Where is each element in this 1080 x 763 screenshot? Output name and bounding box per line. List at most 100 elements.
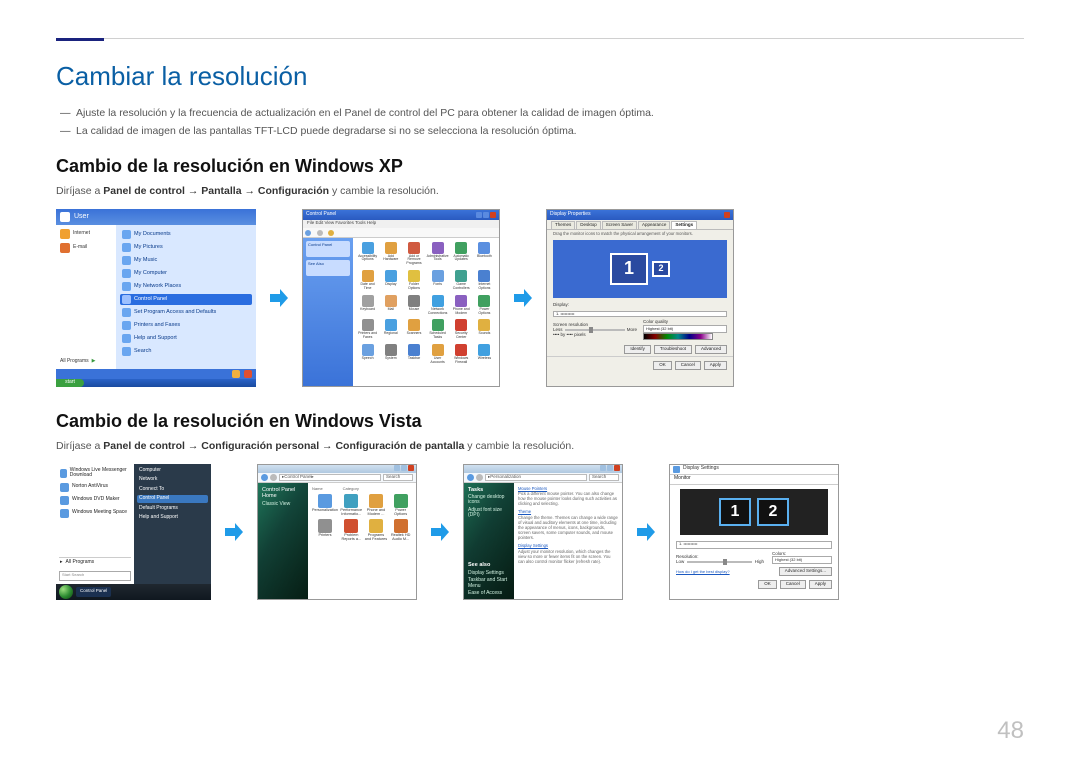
monitor-2-icon[interactable]: 2 [757, 498, 789, 526]
cpl-item[interactable]: Mail [380, 295, 401, 316]
cpl-item[interactable]: Scheduled Tasks [427, 319, 449, 340]
cpl-item[interactable]: Administrative Tools [427, 242, 449, 267]
cpl-item[interactable]: Date and Time [357, 270, 378, 291]
start-button[interactable]: start [56, 379, 84, 387]
xp-start-right-item[interactable]: My Pictures [120, 242, 252, 253]
cpl-item[interactable]: Windows Firewall [451, 344, 472, 365]
cpl-item[interactable]: Programs and Features [365, 519, 388, 541]
cpl-item[interactable]: Folder Options [403, 270, 424, 291]
xp-all-programs[interactable]: All Programs▶ [60, 359, 112, 365]
vista-start-right-item[interactable]: Default Programs [137, 505, 208, 513]
resolution-slider[interactable] [687, 561, 751, 563]
logoff-icon[interactable] [232, 370, 240, 378]
vista-start-item[interactable]: Windows Live Messenger Download [59, 467, 131, 480]
cpl-item[interactable]: Personalization [312, 494, 338, 516]
minimize-icon[interactable] [476, 212, 482, 218]
forward-icon[interactable] [317, 230, 323, 236]
xp-start-internet[interactable]: Internet [60, 229, 112, 239]
cpl-item[interactable]: Security Center [451, 319, 472, 340]
up-icon[interactable] [328, 230, 334, 236]
cpl-item[interactable]: Printers and Faxes [357, 319, 378, 340]
cpl-item[interactable]: Printers [312, 519, 338, 541]
xp-start-right-item[interactable]: My Documents [120, 229, 252, 240]
cpl-item[interactable]: Add or Remove Programs [403, 242, 424, 267]
cpl-item[interactable]: Power Options [389, 494, 412, 516]
vista-start-right-item[interactable]: Network [137, 476, 208, 484]
vista-start-item[interactable]: Windows DVD Maker [59, 495, 131, 506]
address-bar[interactable]: ▸ Personalization [485, 474, 587, 481]
cpl-item[interactable]: Display [380, 270, 401, 291]
forward-icon[interactable] [476, 474, 483, 481]
cpl-item[interactable]: Regional [380, 319, 401, 340]
cpl-item[interactable]: Accessibility Options [357, 242, 378, 267]
cpl-item[interactable]: Network Connections [427, 295, 449, 316]
xp-start-right-item[interactable]: Search [120, 346, 252, 357]
cancel-button[interactable]: Cancel [675, 361, 701, 370]
vista-disp-tab[interactable]: Monitor [670, 475, 838, 485]
colors-dropdown[interactable]: Highest (32 bit) [772, 556, 832, 564]
xp-start-right-item[interactable]: Set Program Access and Defaults [120, 307, 252, 318]
apply-button[interactable]: Apply [809, 580, 832, 589]
shutdown-icon[interactable] [244, 370, 252, 378]
cpl-item[interactable]: Phone and Modem ... [365, 494, 388, 516]
cpl-home-link[interactable]: Control Panel Home [262, 487, 304, 499]
seealso-taskbar[interactable]: Taskbar and Start Menu [468, 578, 510, 589]
ok-button[interactable]: OK [653, 361, 672, 370]
seealso-display-settings[interactable]: Display Settings [468, 571, 510, 577]
xp-cpl-menubar[interactable]: File Edit View Favorites Tools Help [303, 220, 499, 228]
identify-button[interactable]: Identify [624, 345, 651, 354]
close-icon[interactable] [490, 212, 496, 218]
cpl-item[interactable]: Scanners [403, 319, 424, 340]
tab-settings[interactable]: Settings [671, 221, 697, 229]
xp-start-right-item[interactable]: My Music [120, 255, 252, 266]
cpl-item[interactable]: Fonts [427, 270, 449, 291]
cpl-item[interactable]: Sounds [474, 319, 495, 340]
cpl-item[interactable]: Realtek HD Audio M... [389, 519, 412, 541]
search-input[interactable]: Search [589, 474, 619, 481]
monitor-dropdown[interactable]: 1. •••••••••• [676, 541, 832, 549]
monitor-1-icon[interactable]: 1 [719, 498, 751, 526]
cancel-button[interactable]: Cancel [780, 580, 806, 589]
close-icon[interactable] [614, 465, 620, 471]
monitor-1-icon[interactable]: 1 [610, 253, 648, 285]
minimize-icon[interactable] [600, 465, 606, 471]
maximize-icon[interactable] [607, 465, 613, 471]
tab-appearance[interactable]: Appearance [638, 221, 670, 229]
xp-start-control-panel[interactable]: Control Panel [120, 294, 252, 305]
close-icon[interactable] [408, 465, 414, 471]
vista-start-item[interactable]: Norton AntiVirus [59, 482, 131, 493]
cpl-item[interactable]: Game Controllers [451, 270, 472, 291]
xp-start-right-item[interactable]: My Network Places [120, 281, 252, 292]
cpl-item[interactable]: System [380, 344, 401, 365]
vista-start-right-item[interactable]: Computer [137, 467, 208, 475]
maximize-icon[interactable] [401, 465, 407, 471]
advanced-button[interactable]: Advanced [695, 345, 727, 354]
best-display-link[interactable]: How do I get the best display? [676, 570, 730, 574]
display-dropdown[interactable]: 1. •••••••••• [553, 311, 727, 317]
minimize-icon[interactable] [394, 465, 400, 471]
cpl-item[interactable]: Automatic Updates [451, 242, 472, 267]
xp-start-right-item[interactable]: Printers and Faxes [120, 320, 252, 331]
resolution-slider[interactable] [565, 329, 625, 331]
cpl-item[interactable]: User Accounts [427, 344, 449, 365]
cpl-item[interactable]: Keyboard [357, 295, 378, 316]
search-input[interactable]: Search [383, 474, 413, 481]
forward-icon[interactable] [270, 474, 277, 481]
seealso-ease[interactable]: Ease of Access [468, 591, 510, 597]
tab-screen saver[interactable]: Screen Saver [602, 221, 637, 229]
start-search-input[interactable]: Start Search [59, 571, 131, 581]
back-icon[interactable] [467, 474, 474, 481]
vista-start-right-item[interactable]: Help and Support [137, 514, 208, 522]
vista-start-right-item[interactable]: Connect To [137, 486, 208, 494]
adjust-font-size-link[interactable]: Adjust font size (DPI) [468, 508, 510, 519]
tab-themes[interactable]: Themes [551, 221, 575, 229]
cpl-item[interactable]: Add Hardware [380, 242, 401, 267]
monitor-2-icon[interactable]: 2 [652, 261, 670, 277]
apply-button[interactable]: Apply [704, 361, 727, 370]
cpl-item[interactable]: Internet Options [474, 270, 495, 291]
cpl-item[interactable]: Bluetooth [474, 242, 495, 267]
taskbar-item[interactable]: Control Panel [76, 587, 111, 597]
change-desktop-icons-link[interactable]: Change desktop icons [468, 495, 510, 506]
cpl-item[interactable]: Taskbar [403, 344, 424, 365]
all-programs[interactable]: ▸All Programs [59, 557, 131, 567]
